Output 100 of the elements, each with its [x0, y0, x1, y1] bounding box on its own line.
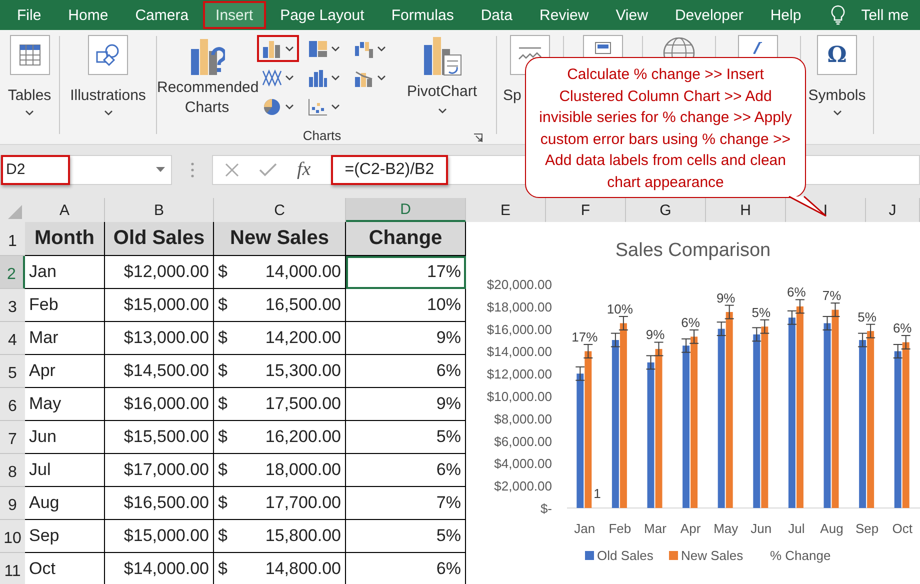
formula-field[interactable]: =(C2-B2)/B2 — [330, 154, 448, 184]
row-header[interactable]: 5 — [0, 355, 25, 388]
menu-tab[interactable]: Formulas — [378, 1, 467, 29]
menu-tab[interactable]: Home — [55, 1, 122, 29]
illustrations-label[interactable]: Illustrations — [70, 87, 146, 104]
column-heading: New Sales — [214, 222, 346, 256]
amount: 15,300.00 — [265, 361, 341, 381]
table-cell: $12,000.00 — [105, 256, 214, 289]
table-cell: Oct — [25, 553, 105, 584]
axis-label: Apr — [680, 521, 701, 536]
row-header[interactable]: 1 — [0, 222, 25, 256]
tables-label[interactable]: Tables — [8, 87, 52, 104]
axis-label: $2,000.00 — [494, 478, 552, 494]
data-label: 6% — [892, 320, 912, 336]
row-header[interactable]: 10 — [0, 520, 25, 553]
table-cell: Feb — [25, 289, 105, 322]
column-heading: Month — [25, 222, 105, 256]
table-cell: Jan — [25, 256, 105, 289]
table-cell: Sep — [25, 520, 105, 553]
axis-label: $14,000.00 — [486, 344, 552, 360]
axis-label: $4,000.00 — [494, 456, 552, 472]
menu-tab[interactable]: Page Layout — [267, 1, 378, 29]
axis-label: May — [714, 521, 738, 536]
table-cell: Apr — [25, 355, 105, 388]
axis-label: Feb — [608, 521, 632, 536]
menu-tab[interactable]: View — [602, 1, 661, 29]
axis-label: Jan — [574, 521, 596, 536]
table-cell: $15,000.00 — [105, 289, 214, 322]
recommended-charts-label[interactable]: Recommended Charts — [157, 78, 257, 118]
amount: 17,500.00 — [265, 394, 341, 414]
data-label: 1 — [594, 486, 601, 501]
axis-label: Sep — [855, 521, 879, 536]
currency-symbol: $ — [218, 427, 228, 447]
pivot-chart-label[interactable]: PivotChart — [392, 82, 492, 102]
chart-title: Sales Comparison — [615, 240, 771, 261]
tell-me-search[interactable]: Tell me — [861, 6, 909, 24]
axis-label: $6,000.00 — [494, 434, 552, 449]
axis-label: Jul — [788, 521, 805, 536]
row-header[interactable]: 11 — [0, 553, 25, 584]
row-header[interactable]: 9 — [0, 487, 25, 520]
menu-tab[interactable]: Camera — [122, 1, 202, 29]
currency-symbol: $ — [218, 526, 228, 546]
table-cell: $15,000.00 — [105, 520, 214, 553]
currency-symbol: $ — [218, 328, 228, 348]
row-header[interactable]: 6 — [0, 388, 25, 421]
axis-label: $- — [540, 501, 552, 516]
data-label: 7% — [822, 288, 842, 304]
table-cell: $16,000.00 — [105, 388, 214, 421]
menu-tab[interactable]: Developer — [662, 1, 756, 29]
row-header[interactable]: 3 — [0, 289, 25, 322]
currency-symbol: $ — [218, 493, 228, 513]
column-header[interactable]: D — [346, 198, 466, 222]
amount: 18,000.00 — [265, 460, 341, 480]
sparklines-label[interactable]: Sp — [497, 87, 522, 104]
axis-label: $8,000.00 — [494, 411, 552, 426]
amount: 14,800.00 — [265, 559, 341, 579]
axis-label: Oct — [892, 521, 912, 536]
data-label: 10% — [606, 301, 633, 316]
group-label: Charts — [302, 128, 342, 142]
menu-tab[interactable]: File — [4, 1, 54, 29]
axis-label: Aug — [820, 521, 844, 536]
symbols-label[interactable]: Symbols — [808, 87, 866, 104]
amount: 16,200.00 — [265, 427, 341, 447]
currency-symbol: $ — [218, 559, 228, 579]
menu-tab[interactable]: Data — [468, 1, 526, 29]
legend-label: % Change — [770, 548, 831, 563]
axis-label: $10,000.00 — [486, 389, 552, 404]
currency-symbol: $ — [218, 295, 228, 315]
table-cell: $14,000.00 — [105, 553, 214, 584]
axis-label: $18,000.00 — [486, 299, 552, 314]
axis-label: $16,000.00 — [486, 322, 552, 337]
data-label: 5% — [858, 309, 876, 324]
currency-symbol: $ — [218, 394, 228, 414]
name-box[interactable]: D2 — [0, 154, 172, 184]
data-label: 6% — [787, 284, 806, 300]
data-label: 9% — [716, 290, 736, 306]
insert-function-button[interactable]: fx — [297, 158, 311, 180]
menu-tab[interactable]: Insert — [202, 1, 266, 29]
axis-label: $20,000.00 — [486, 277, 552, 292]
table-cell: Jul — [25, 454, 105, 487]
symbols-button[interactable]: Ω — [817, 35, 857, 75]
menu-tab[interactable]: Review — [526, 1, 602, 29]
axis-label: Jun — [750, 521, 772, 536]
axis-label: Mar — [644, 521, 666, 536]
currency-symbol: $ — [218, 361, 228, 381]
currency-symbol: $ — [218, 262, 228, 282]
row-header[interactable]: 4 — [0, 322, 25, 355]
table-cell: $15,500.00 — [105, 421, 214, 454]
data-label: 9% — [646, 327, 665, 342]
legend-label: Old Sales — [597, 548, 654, 563]
table-cell: $14,500.00 — [105, 355, 214, 388]
row-header[interactable]: 2 — [0, 256, 25, 289]
table-cell: Jun — [25, 421, 105, 454]
menu-tab[interactable]: Help — [757, 1, 814, 29]
table-cell: $13,000.00 — [105, 322, 214, 355]
row-header[interactable]: 7 — [0, 421, 25, 454]
amount: 15,800.00 — [265, 526, 341, 546]
table-cell: $17,000.00 — [105, 454, 214, 487]
column-heading: Change — [346, 222, 466, 256]
row-header[interactable]: 8 — [0, 454, 25, 487]
